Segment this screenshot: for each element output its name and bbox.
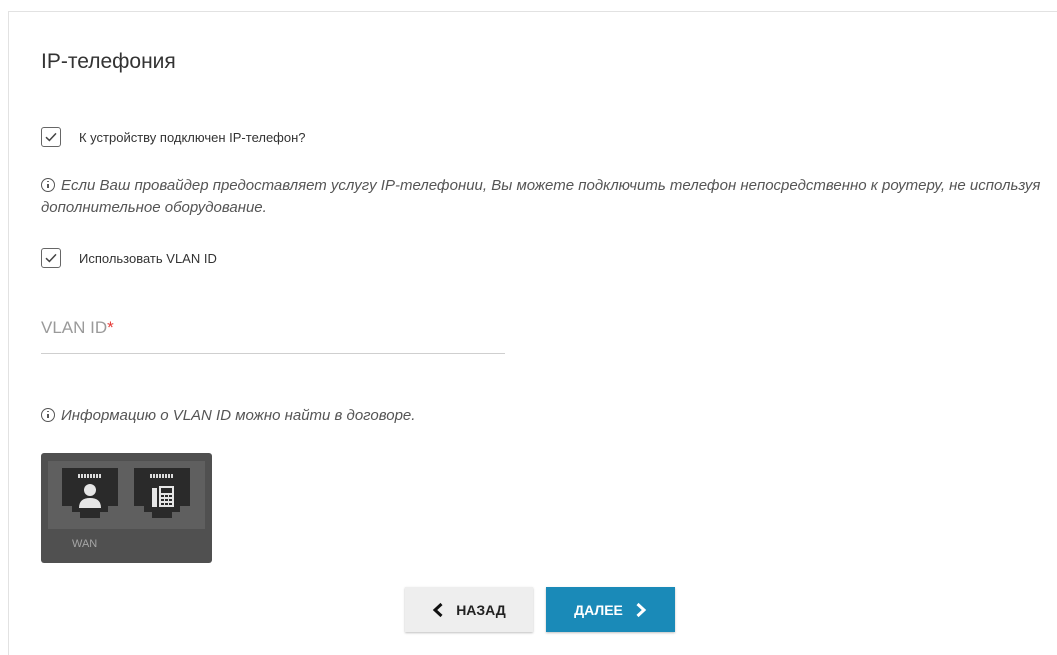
info-vlan: Информацию о VLAN ID можно найти в догов… bbox=[41, 405, 1041, 427]
wan-port-label: WAN bbox=[72, 538, 98, 550]
phone-connected-checkbox[interactable] bbox=[41, 127, 61, 147]
info-provider-text: Если Ваш провайдер предоставляет услугу … bbox=[41, 177, 1041, 216]
chevron-right-icon bbox=[636, 602, 647, 617]
next-button-label: ДАЛЕЕ bbox=[574, 601, 623, 618]
back-button-label: НАЗАД bbox=[456, 601, 506, 618]
info-icon bbox=[41, 408, 55, 422]
vlan-id-input[interactable] bbox=[41, 316, 505, 353]
phone-connected-row: К устройству подключен IP-телефон? bbox=[41, 127, 306, 147]
chevron-left-icon bbox=[432, 602, 443, 617]
device-port-diagram: WAN bbox=[41, 453, 212, 563]
check-icon bbox=[45, 253, 57, 263]
use-vlan-row: Использовать VLAN ID bbox=[41, 248, 217, 268]
user-port-icon bbox=[62, 468, 118, 518]
port-panel bbox=[48, 461, 205, 529]
info-provider: Если Ваш провайдер предоставляет услугу … bbox=[41, 175, 1041, 219]
check-icon bbox=[45, 132, 57, 142]
phone-port-icon bbox=[134, 468, 190, 518]
vlan-id-field: VLAN ID* bbox=[41, 316, 505, 354]
next-button[interactable]: ДАЛЕЕ bbox=[546, 587, 675, 632]
use-vlan-label: Использовать VLAN ID bbox=[79, 250, 217, 266]
info-vlan-text: Информацию о VLAN ID можно найти в догов… bbox=[61, 407, 416, 424]
phone-connected-label: К устройству подключен IP-телефон? bbox=[79, 129, 306, 145]
info-icon bbox=[41, 178, 55, 192]
back-button[interactable]: НАЗАД bbox=[405, 587, 533, 632]
use-vlan-checkbox[interactable] bbox=[41, 248, 61, 268]
page-title: IP-телефония bbox=[41, 50, 176, 73]
